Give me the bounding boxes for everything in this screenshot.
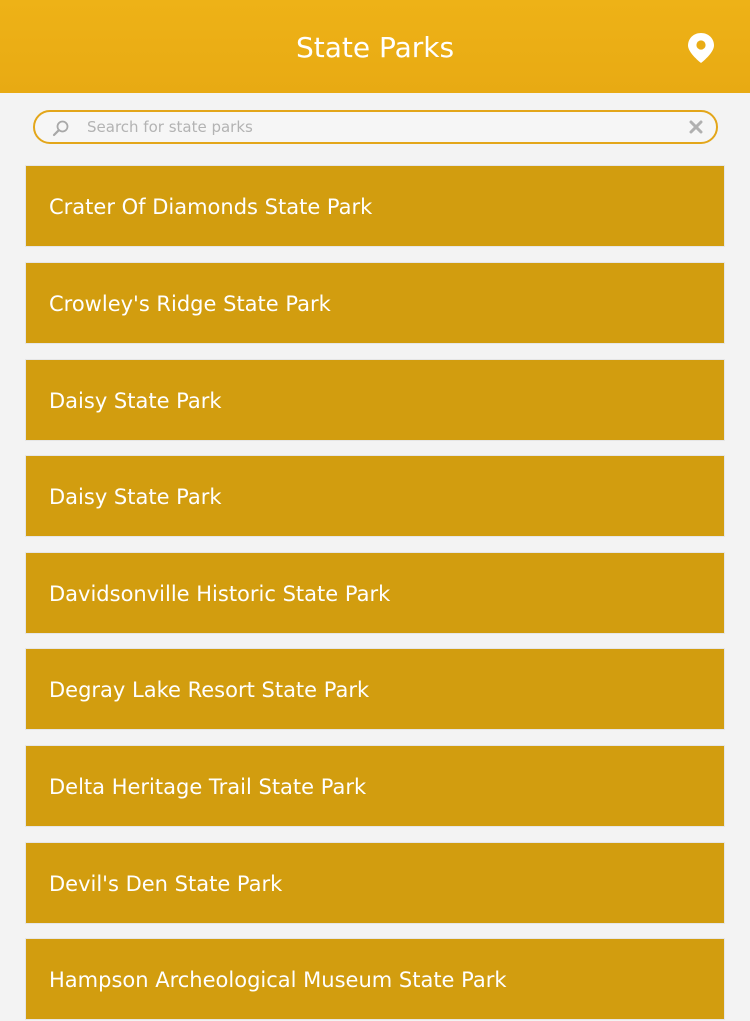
- park-list-item[interactable]: Daisy State Park: [26, 456, 724, 536]
- park-name: Crowley's Ridge State Park: [49, 292, 331, 316]
- park-list-item[interactable]: Hampson Archeological Museum State Park: [26, 939, 724, 1019]
- park-list-item[interactable]: Crowley's Ridge State Park: [26, 263, 724, 343]
- magnifier-icon: [52, 120, 69, 137]
- park-list-item[interactable]: Davidsonville Historic State Park: [26, 553, 724, 633]
- park-list-item[interactable]: Crater Of Diamonds State Park: [26, 166, 724, 246]
- park-name: Degray Lake Resort State Park: [49, 678, 370, 702]
- page-title: State Parks: [295, 31, 455, 64]
- park-list-item[interactable]: Degray Lake Resort State Park: [26, 649, 724, 729]
- clear-x-icon[interactable]: [688, 119, 704, 135]
- park-list-item[interactable]: Daisy State Park: [26, 360, 724, 440]
- park-name: Davidsonville Historic State Park: [49, 582, 391, 606]
- park-name: Crater Of Diamonds State Park: [49, 195, 373, 219]
- park-list-item[interactable]: Devil's Den State Park: [26, 843, 724, 923]
- park-name: Hampson Archeological Museum State Park: [49, 968, 507, 992]
- app-header: State Parks: [0, 0, 750, 93]
- park-name: Daisy State Park: [49, 485, 222, 509]
- map-pin-icon[interactable]: [686, 32, 716, 64]
- park-name: Delta Heritage Trail State Park: [49, 775, 367, 799]
- search-input[interactable]: [87, 115, 677, 139]
- park-name: Devil's Den State Park: [49, 872, 283, 896]
- park-name: Daisy State Park: [49, 389, 222, 413]
- search-bar[interactable]: [33, 110, 718, 144]
- park-list-item[interactable]: Delta Heritage Trail State Park: [26, 746, 724, 826]
